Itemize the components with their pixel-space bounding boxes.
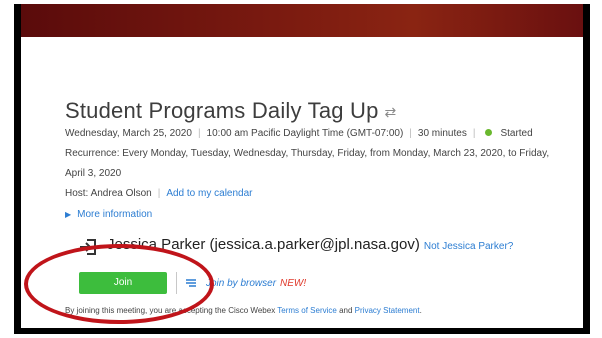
join-button[interactable]: Join — [79, 272, 167, 294]
join-by-browser-label[interactable]: Join by browser — [206, 278, 276, 289]
meeting-duration: 30 minutes — [417, 128, 467, 139]
legal-prefix: By joining this meeting, you are accepti… — [65, 306, 276, 315]
meeting-page: Student Programs Daily Tag Up ⇄ Wednesday… — [14, 4, 590, 334]
terms-of-service-link[interactable]: Terms of Service — [277, 306, 337, 315]
host-row: Host: Andrea Olson | Add to my calendar — [65, 188, 253, 199]
header-banner — [21, 4, 583, 37]
divider: | — [157, 188, 161, 199]
divider: | — [472, 128, 476, 139]
add-to-calendar-link[interactable]: Add to my calendar — [166, 188, 252, 199]
more-information-link[interactable]: More information — [77, 209, 152, 220]
join-by-browser-link[interactable]: Join by browser NEW! — [206, 278, 306, 289]
user-identity: Jessica Parker (jessica.a.parker@jpl.nas… — [107, 236, 513, 253]
divider: | — [409, 128, 412, 139]
new-badge: NEW! — [280, 278, 307, 289]
meeting-date: Wednesday, March 25, 2020 — [65, 128, 192, 139]
not-user-link[interactable]: Not Jessica Parker? — [424, 241, 513, 252]
divider: | — [197, 128, 201, 139]
more-information-toggle[interactable]: ▶ More information — [65, 209, 152, 220]
divider — [176, 272, 177, 294]
status-dot-icon — [485, 129, 493, 136]
status-badge: Started — [500, 128, 533, 139]
recurrence-line-2: April 3, 2020 — [65, 168, 122, 179]
sign-in-icon — [80, 239, 96, 255]
meeting-title-text: Student Programs Daily Tag Up — [65, 98, 379, 123]
refresh-icon[interactable]: ⇄ — [385, 104, 397, 120]
meeting-time: 10:00 am Pacific Daylight Time (GMT-07:0… — [206, 128, 404, 139]
legal-suffix: . — [419, 306, 422, 315]
chevron-right-icon: ▶ — [65, 210, 72, 219]
host-label: Host: Andrea Olson — [65, 188, 152, 199]
meeting-schedule: Wednesday, March 25, 2020 | 10:00 am Pacif… — [65, 128, 533, 139]
legal-and: and — [339, 306, 353, 315]
privacy-statement-link[interactable]: Privacy Statement — [355, 306, 420, 315]
meeting-title: Student Programs Daily Tag Up ⇄ — [65, 98, 396, 124]
recurrence-line-1: Recurrence: Every Monday, Tuesday, Wedne… — [65, 148, 550, 159]
user-display-name: Jessica Parker (jessica.a.parker@jpl.nas… — [107, 236, 420, 253]
legal-notice: By joining this meeting, you are accepti… — [65, 306, 422, 315]
browser-icon — [186, 279, 196, 287]
